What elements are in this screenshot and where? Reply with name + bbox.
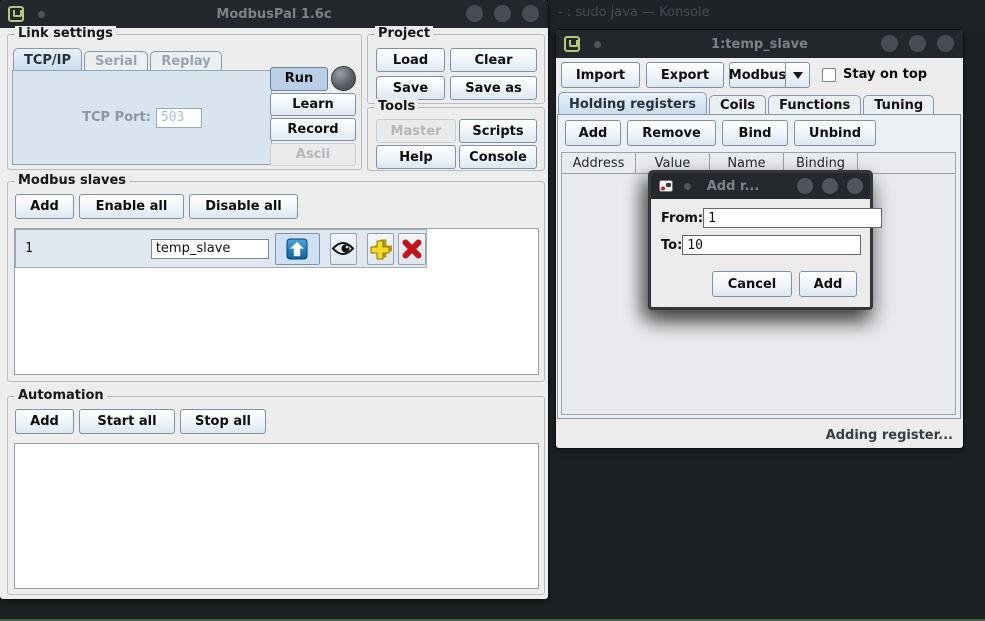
slaves-list: 1 <box>14 228 539 375</box>
start-all-button[interactable]: Start all <box>79 409 175 434</box>
add-registers-dialog: Add r... From: To: Cancel Add <box>648 170 873 310</box>
minimize-button[interactable] <box>797 178 813 194</box>
project-group: Project Load Clear Save Save as <box>367 34 545 104</box>
tcp-port-input[interactable] <box>156 108 202 128</box>
console-button[interactable]: Console <box>459 145 537 169</box>
tab-functions[interactable]: Functions <box>768 95 861 115</box>
tab-serial[interactable]: Serial <box>84 51 148 71</box>
maximize-button[interactable] <box>822 178 838 194</box>
tools-title: Tools <box>375 99 418 114</box>
ascii-button: Ascii <box>270 143 356 166</box>
dialog-app-icon <box>658 178 674 194</box>
x-icon <box>401 238 423 260</box>
disable-all-button[interactable]: Disable all <box>189 194 298 219</box>
dialog-titlebar[interactable]: Add r... <box>651 173 870 199</box>
tools-group: Tools Master Scripts Help Console <box>367 107 545 171</box>
status-message: Adding register... <box>556 428 953 443</box>
import-button[interactable]: Import <box>561 62 640 88</box>
link-settings-title: Link settings <box>15 26 116 41</box>
save-as-button[interactable]: Save as <box>450 76 537 100</box>
maximize-button[interactable] <box>494 5 511 22</box>
modbuspal-titlebar[interactable]: ModbusPal 1.6c <box>0 0 548 28</box>
stay-on-top-checkbox[interactable] <box>822 68 836 82</box>
tab-holding-registers[interactable]: Holding registers <box>558 92 707 115</box>
window-menu-icon[interactable] <box>8 6 24 22</box>
export-button[interactable]: Export <box>646 62 724 88</box>
to-label: To: <box>661 238 682 253</box>
close-button[interactable] <box>937 35 954 52</box>
clear-button[interactable]: Clear <box>450 48 537 72</box>
automation-list <box>14 443 539 589</box>
tab-replay[interactable]: Replay <box>150 51 221 71</box>
automation-group: Automation Add Start all Stop all <box>7 396 545 595</box>
automation-title: Automation <box>15 388 107 403</box>
pin-dot-icon <box>594 41 601 48</box>
link-settings-group: Link settings TCP/IP Serial Replay TCP P… <box>7 34 362 170</box>
register-add-button[interactable]: Add <box>565 120 621 146</box>
column-header[interactable]: Address <box>562 153 636 173</box>
dialog-title: Add r... <box>691 179 775 194</box>
slave-duplicate-button[interactable] <box>367 233 394 265</box>
tab-tcpip[interactable]: TCP/IP <box>13 48 82 71</box>
tab-tuning[interactable]: Tuning <box>863 95 934 115</box>
from-input[interactable] <box>703 208 882 228</box>
cancel-button[interactable]: Cancel <box>712 271 792 297</box>
stay-on-top-label: Stay on top <box>843 67 927 82</box>
slave-row[interactable]: 1 <box>15 229 427 268</box>
enable-all-button[interactable]: Enable all <box>79 194 184 219</box>
slaves-add-button[interactable]: Add <box>15 194 74 219</box>
modbus-slaves-group: Modbus slaves Add Enable all Disable all… <box>7 181 545 382</box>
run-led-indicator <box>331 66 356 91</box>
close-button[interactable] <box>522 5 539 22</box>
slave-name-input[interactable] <box>151 239 269 259</box>
record-button[interactable]: Record <box>270 118 356 141</box>
plus-icon <box>369 237 392 260</box>
chevron-down-icon[interactable] <box>785 62 810 88</box>
tab-coils[interactable]: Coils <box>709 95 766 115</box>
learn-button[interactable]: Learn <box>270 93 356 116</box>
window-menu-icon[interactable] <box>564 36 580 52</box>
project-title: Project <box>375 26 433 41</box>
slave-id: 1 <box>25 241 33 256</box>
tcpip-panel: TCP Port: <box>12 70 272 165</box>
dialog-add-button[interactable]: Add <box>799 271 857 297</box>
to-input[interactable] <box>682 235 861 255</box>
help-button[interactable]: Help <box>376 145 456 169</box>
slave-delete-button[interactable] <box>398 233 426 265</box>
up-arrow-icon <box>286 238 308 260</box>
from-label: From: <box>661 211 703 226</box>
konsole-titlebar: - : sudo java — Konsole <box>540 0 985 27</box>
pin-dot-icon <box>684 183 691 190</box>
slave-enable-toggle[interactable] <box>275 233 320 265</box>
stop-all-button[interactable]: Stop all <box>180 409 266 434</box>
combobox-value: Modbus <box>729 62 785 88</box>
slave-window-titlebar[interactable]: 1:temp_slave <box>556 30 963 58</box>
minimize-button[interactable] <box>881 35 898 52</box>
konsole-title: - : sudo java — Konsole <box>540 0 985 20</box>
register-bind-button[interactable]: Bind <box>722 120 788 146</box>
column-header-filler <box>858 153 955 173</box>
tcp-port-label: TCP Port: <box>82 110 151 125</box>
eye-icon <box>331 241 355 256</box>
register-remove-button[interactable]: Remove <box>627 120 716 146</box>
modbuspal-window-title: ModbusPal 1.6c <box>60 7 488 22</box>
close-button[interactable] <box>847 178 863 194</box>
minimize-button[interactable] <box>466 5 483 22</box>
master-button: Master <box>376 119 456 143</box>
desktop: { "colors": { "desktop_bg": "#1d2124", "… <box>0 0 985 621</box>
automation-add-button[interactable]: Add <box>15 409 74 434</box>
pin-dot-icon <box>38 11 45 18</box>
run-button[interactable]: Run <box>270 67 328 91</box>
slave-show-panel-button[interactable] <box>330 233 358 265</box>
save-button[interactable]: Save <box>376 76 445 100</box>
register-unbind-button[interactable]: Unbind <box>794 120 876 146</box>
modbuspal-window: ModbusPal 1.6c Link settings TCP/IP Seri… <box>0 0 548 599</box>
maximize-button[interactable] <box>909 35 926 52</box>
slave-window-title: 1:temp_slave <box>616 37 903 52</box>
scripts-button[interactable]: Scripts <box>459 119 537 143</box>
mode-combobox[interactable]: Modbus <box>729 62 810 88</box>
modbus-slaves-title: Modbus slaves <box>15 173 129 188</box>
load-button[interactable]: Load <box>376 48 445 72</box>
